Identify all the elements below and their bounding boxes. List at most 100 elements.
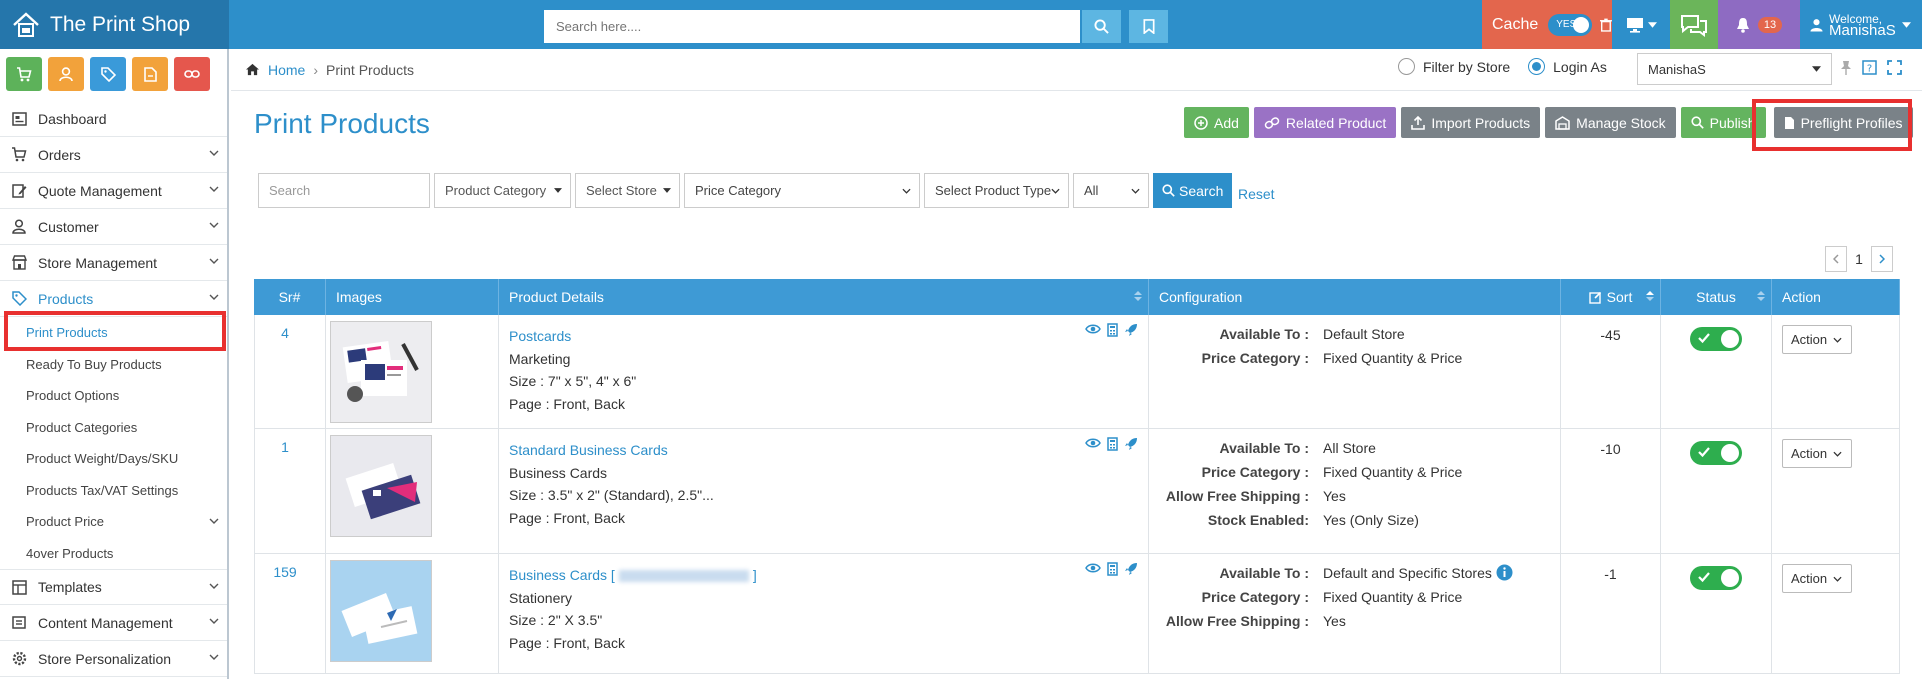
- product-search-input[interactable]: Search: [258, 173, 430, 208]
- sidebar-sub-product-price[interactable]: Product Price: [0, 506, 227, 538]
- chat-button[interactable]: [1670, 0, 1718, 49]
- fullscreen-icon[interactable]: [1887, 60, 1902, 75]
- row-image-cell: [326, 554, 499, 673]
- calculator-icon[interactable]: [1107, 562, 1118, 576]
- chevron-down-icon: [209, 258, 219, 264]
- row-action-dropdown[interactable]: Action: [1782, 325, 1852, 354]
- stationery-cards-thumbnail[interactable]: [330, 560, 432, 662]
- rocket-icon[interactable]: [1124, 562, 1138, 576]
- filter-by-store-radio[interactable]: [1398, 58, 1415, 75]
- action-label: Action: [1791, 446, 1828, 461]
- column-header-sort[interactable]: Sort: [1561, 279, 1661, 315]
- column-header-images: Images: [326, 279, 499, 315]
- row-action-dropdown[interactable]: Action: [1782, 564, 1852, 593]
- import-products-button[interactable]: Import Products: [1401, 107, 1541, 138]
- breadcrumb-home-link[interactable]: Home: [268, 62, 305, 78]
- calculator-icon[interactable]: [1107, 437, 1118, 451]
- pin-icon[interactable]: [1840, 60, 1852, 75]
- trash-icon[interactable]: [1600, 17, 1612, 33]
- help-icon[interactable]: ?: [1862, 60, 1877, 75]
- chevron-down-icon: [1647, 21, 1657, 28]
- column-header-product-details[interactable]: Product Details: [499, 279, 1149, 315]
- business-cards-thumbnail[interactable]: [330, 435, 432, 537]
- sidebar-sub-product-options[interactable]: Product Options: [0, 380, 227, 412]
- info-icon[interactable]: [1496, 564, 1513, 581]
- login-as-radio[interactable]: [1528, 58, 1546, 75]
- column-header-status[interactable]: Status: [1661, 279, 1772, 315]
- eye-icon[interactable]: [1085, 437, 1101, 449]
- quick-link-button[interactable]: [174, 57, 210, 91]
- sidebar-sub-label: Product Price: [26, 514, 105, 530]
- product-category: Business Cards: [509, 464, 608, 481]
- product-category-select[interactable]: Product Category: [434, 173, 571, 208]
- chevron-down-icon: [209, 654, 219, 660]
- sidebar-sub-ready-to-buy[interactable]: Ready To Buy Products: [0, 349, 227, 381]
- manage-stock-button[interactable]: Manage Stock: [1545, 107, 1676, 138]
- product-name-link[interactable]: Standard Business Cards: [509, 439, 1138, 462]
- config-value: Yes: [1323, 488, 1346, 504]
- status-toggle[interactable]: [1690, 327, 1742, 351]
- config-key: Price Category :: [1201, 350, 1309, 366]
- filter-search-button[interactable]: Search: [1153, 173, 1233, 208]
- row-action-dropdown[interactable]: Action: [1782, 439, 1852, 468]
- calculator-icon[interactable]: [1107, 323, 1118, 337]
- add-button[interactable]: Add: [1184, 107, 1249, 138]
- quick-customer-button[interactable]: [48, 57, 84, 91]
- filter-by-store-label: Filter by Store: [1423, 58, 1511, 75]
- next-page-button[interactable]: [1871, 246, 1893, 272]
- eye-icon[interactable]: [1085, 323, 1101, 335]
- rocket-icon[interactable]: [1124, 323, 1138, 337]
- row-sr-link[interactable]: 159: [254, 554, 326, 673]
- sidebar-item-quote-management[interactable]: Quote Management: [0, 173, 227, 209]
- sidebar-item-orders[interactable]: Orders: [0, 137, 227, 173]
- reset-link[interactable]: Reset: [1238, 186, 1275, 202]
- price-category-select[interactable]: Price Category: [684, 173, 920, 208]
- sidebar-item-store-management[interactable]: Store Management: [0, 245, 227, 281]
- postcards-thumbnail[interactable]: [330, 321, 432, 423]
- notifications-button[interactable]: 13: [1718, 0, 1800, 49]
- prev-page-button[interactable]: [1825, 246, 1847, 272]
- row-sort-value[interactable]: -45: [1561, 315, 1661, 428]
- row-sr-link[interactable]: 4: [254, 315, 326, 428]
- product-name-link[interactable]: Business Cards []: [509, 564, 1138, 587]
- column-header-label: Status: [1696, 289, 1736, 305]
- sidebar-item-customer[interactable]: Customer: [0, 209, 227, 245]
- sidebar-sub-product-categories[interactable]: Product Categories: [0, 412, 227, 444]
- sidebar-item-store-personalization[interactable]: Store Personalization: [0, 641, 227, 677]
- row-sort-value[interactable]: -10: [1561, 429, 1661, 553]
- rocket-icon[interactable]: [1124, 437, 1138, 451]
- global-search-input[interactable]: [544, 10, 1080, 43]
- row-sr-link[interactable]: 1: [254, 429, 326, 553]
- status-toggle[interactable]: [1690, 441, 1742, 465]
- row-sort-value[interactable]: -1: [1561, 554, 1661, 673]
- sidebar-sub-label: Product Options: [26, 388, 120, 404]
- chevron-down-icon: [1833, 576, 1842, 582]
- quick-quote-button[interactable]: [132, 57, 168, 91]
- product-name-link[interactable]: Postcards: [509, 325, 1138, 348]
- cart-icon: [17, 66, 32, 81]
- bookmark-button[interactable]: [1129, 10, 1168, 43]
- display-menu[interactable]: [1612, 0, 1670, 49]
- sidebar-sub-products-tax[interactable]: Products Tax/VAT Settings: [0, 475, 227, 507]
- sidebar-item-templates[interactable]: Templates: [0, 569, 227, 605]
- sidebar-item-content-management[interactable]: Content Management: [0, 605, 227, 641]
- user-menu[interactable]: Welcome, ManishaS: [1800, 0, 1922, 49]
- related-product-button[interactable]: Related Product: [1253, 107, 1397, 138]
- sidebar-sub-4over-products[interactable]: 4over Products: [0, 538, 227, 570]
- quick-tag-button[interactable]: [90, 57, 126, 91]
- config-value: Fixed Quantity & Price: [1323, 464, 1463, 480]
- cache-toggle[interactable]: YES: [1548, 13, 1593, 36]
- brand[interactable]: The Print Shop: [0, 0, 229, 49]
- print-shop-logo-icon: [13, 11, 39, 37]
- status-select[interactable]: All: [1073, 173, 1149, 208]
- sidebar-item-dashboard[interactable]: Dashboard: [0, 101, 227, 137]
- quick-cart-button[interactable]: [6, 57, 42, 91]
- store-select[interactable]: Select Store: [575, 173, 680, 208]
- login-as-select[interactable]: ManishaS: [1637, 53, 1832, 85]
- eye-icon[interactable]: [1085, 562, 1101, 574]
- search-button[interactable]: [1082, 10, 1121, 43]
- user-name: ManishaS: [1829, 21, 1896, 39]
- status-toggle[interactable]: [1690, 566, 1742, 590]
- sidebar-sub-product-weight[interactable]: Product Weight/Days/SKU: [0, 443, 227, 475]
- product-type-select[interactable]: Select Product Type: [924, 173, 1069, 208]
